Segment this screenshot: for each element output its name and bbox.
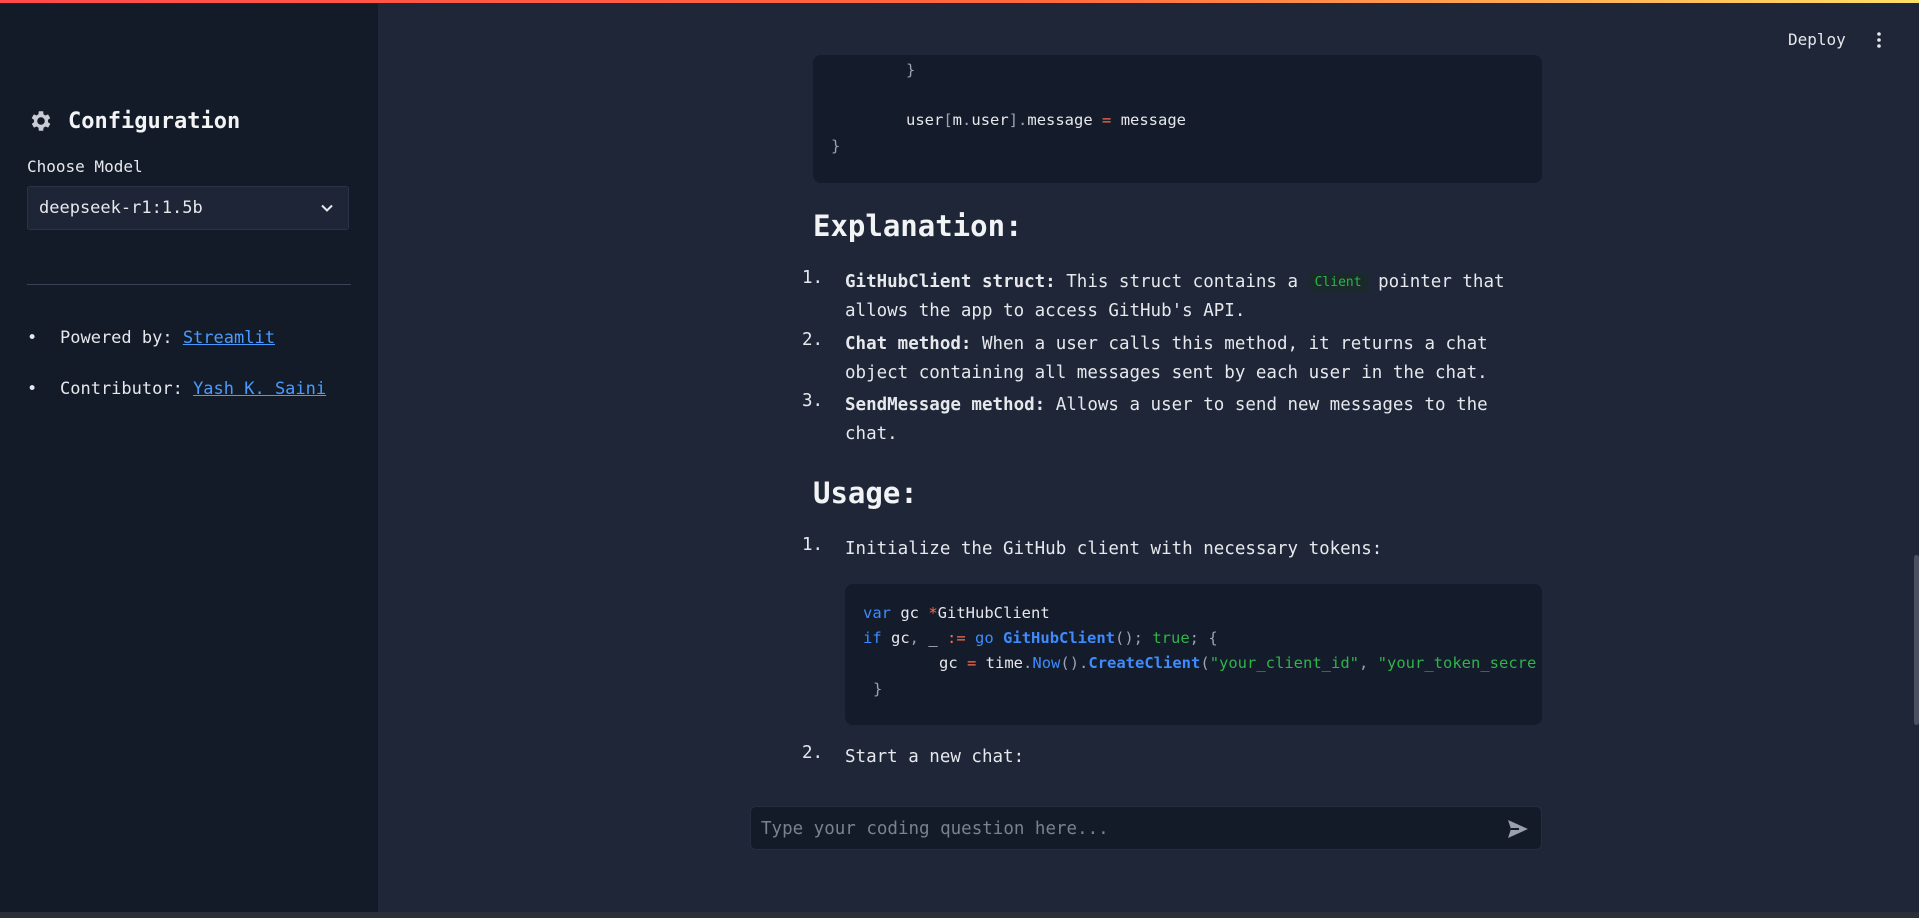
sidebar-title-text: Configuration — [68, 108, 241, 134]
usage-heading: Usage: — [813, 476, 918, 510]
contributor-link[interactable]: Yash K. Saini — [193, 379, 326, 399]
item-text: object containing all messages sent by e… — [845, 363, 1488, 383]
item-text: allows the app to access GitHub's API. — [845, 301, 1246, 321]
list-item: SendMessage method: Allows a user to sen… — [845, 391, 1545, 449]
code-block: } user[m.user].message = message } — [813, 55, 1542, 183]
chat-input[interactable] — [751, 807, 1483, 851]
explanation-heading: Explanation: — [813, 209, 1023, 243]
gear-icon — [31, 111, 51, 131]
item-text: pointer that — [1367, 272, 1505, 292]
inline-code: Client — [1308, 274, 1368, 292]
contributor-label: Contributor: — [60, 379, 194, 399]
send-icon[interactable] — [1507, 819, 1529, 839]
list-item: Chat method: When a user calls this meth… — [845, 330, 1545, 388]
code-line: if gc, _ := go GitHubClient(); true; { — [863, 629, 1218, 647]
sidebar-title: Configuration — [28, 108, 240, 134]
item-title: Chat method: — [845, 334, 972, 354]
top-accent-bar — [0, 0, 1919, 3]
streamlit-link[interactable]: Streamlit — [183, 328, 275, 348]
list-number: 1. — [802, 268, 824, 288]
sidebar-divider — [27, 284, 351, 285]
item-text: This struct contains a — [1055, 272, 1309, 292]
model-select[interactable]: deepseek-r1:1.5b — [27, 186, 349, 230]
chat-input-container — [750, 806, 1542, 851]
model-select-label: Choose Model — [27, 157, 143, 176]
list-number: 2. — [802, 743, 824, 763]
code-line: } — [906, 61, 916, 79]
model-select-value: deepseek-r1:1.5b — [39, 198, 203, 218]
main-scrollbar[interactable] — [1914, 555, 1919, 725]
code-line: user[m.user].message = message — [906, 111, 1187, 129]
deploy-button[interactable]: Deploy — [1788, 30, 1846, 49]
list-item: GitHubClient struct: This struct contain… — [845, 268, 1545, 326]
item-text: Allows a user to send new messages to th… — [1045, 395, 1488, 415]
list-item: Initialize the GitHub client with necess… — [845, 539, 1383, 559]
item-title: GitHubClient struct: — [845, 272, 1056, 292]
powered-by-item: Powered by: Streamlit — [27, 325, 326, 351]
powered-by-label: Powered by: — [60, 328, 183, 348]
item-text: When a user calls this method, it return… — [971, 334, 1488, 354]
list-number: 1. — [802, 535, 824, 555]
list-number: 2. — [802, 330, 824, 350]
list-number: 3. — [802, 391, 824, 411]
item-title: SendMessage method: — [845, 395, 1046, 415]
code-line: } — [873, 680, 883, 698]
chevron-down-icon — [321, 204, 333, 212]
kebab-menu-icon[interactable] — [1872, 30, 1886, 50]
contributor-item: Contributor: Yash K. Saini — [27, 376, 326, 402]
code-line: } — [831, 137, 841, 155]
list-item: Start a new chat: — [845, 747, 1025, 767]
bottom-edge — [0, 912, 1919, 918]
code-line: var gc *GitHubClient — [863, 604, 1050, 622]
sidebar-links: Powered by: Streamlit Contributor: Yash … — [27, 325, 326, 427]
sidebar: Configuration Choose Model deepseek-r1:1… — [0, 0, 378, 912]
item-text: chat. — [845, 424, 898, 444]
code-block: var gc *GitHubClient if gc, _ := go GitH… — [845, 584, 1542, 725]
code-line: gc = time.Now().CreateClient("your_clien… — [939, 654, 1537, 672]
